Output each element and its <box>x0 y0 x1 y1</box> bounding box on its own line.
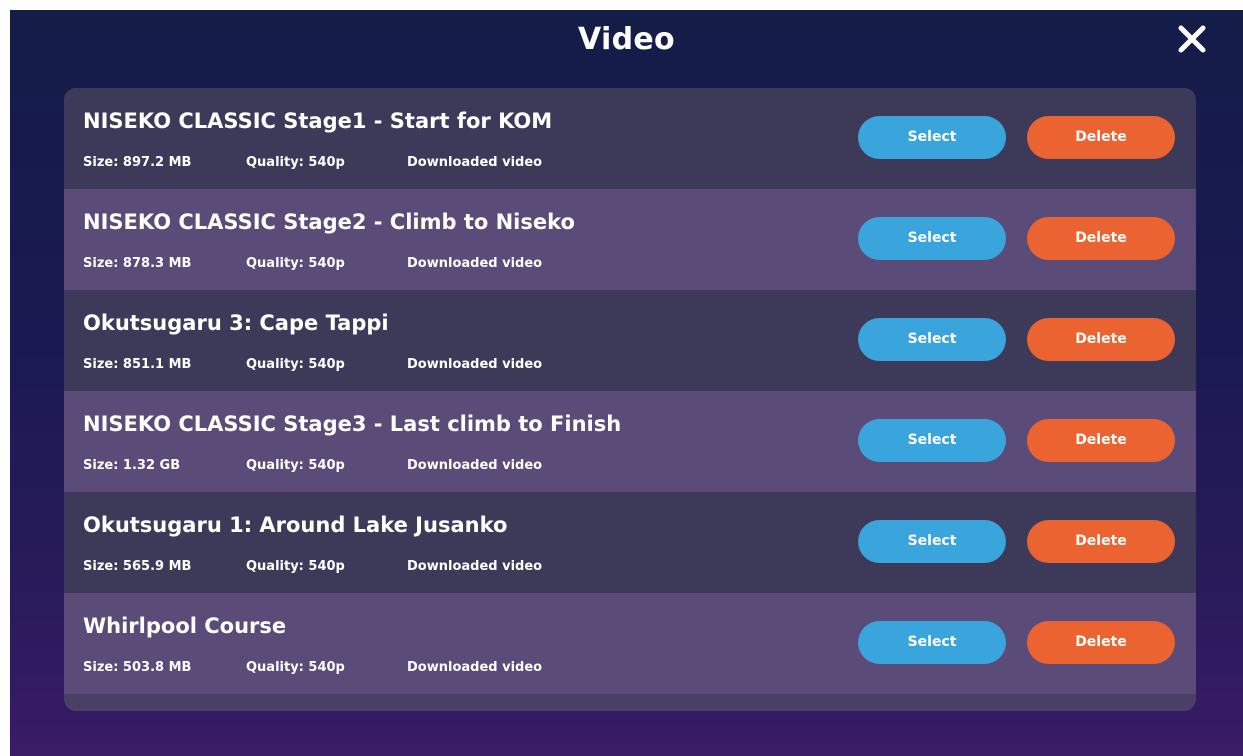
video-title: NISEKO CLASSIC Stage3 - Last climb to Fi… <box>83 412 622 436</box>
video-title: NISEKO CLASSIC Stage2 - Climb to Niseko <box>83 210 575 234</box>
video-row: NISEKO CLASSIC Stage1 - Start for KOM Si… <box>64 88 1196 189</box>
delete-button[interactable]: Delete <box>1027 419 1175 462</box>
page-title: Video <box>578 22 675 57</box>
video-status: Downloaded video <box>407 458 543 473</box>
video-size: Size: 851.1 MB <box>83 357 192 372</box>
video-row: Okutsugaru 3: Cape Tappi Size: 851.1 MB … <box>64 290 1196 391</box>
video-title: NISEKO CLASSIC Stage1 - Start for KOM <box>83 109 553 133</box>
delete-button[interactable]: Delete <box>1027 116 1175 159</box>
select-button[interactable]: Select <box>858 419 1006 462</box>
video-row: Okutsugaru 1: Around Lake Jusanko Size: … <box>64 492 1196 593</box>
video-quality: Quality: 540p <box>246 660 345 675</box>
video-status: Downloaded video <box>407 357 543 372</box>
video-size: Size: 897.2 MB <box>83 155 192 170</box>
video-status: Downloaded video <box>407 660 543 675</box>
video-status: Downloaded video <box>407 559 543 574</box>
close-icon <box>1178 25 1206 53</box>
select-button[interactable]: Select <box>858 621 1006 664</box>
select-button[interactable]: Select <box>858 217 1006 260</box>
close-button[interactable] <box>1175 22 1209 56</box>
delete-button[interactable]: Delete <box>1027 621 1175 664</box>
select-button[interactable]: Select <box>858 520 1006 563</box>
video-quality: Quality: 540p <box>246 155 345 170</box>
video-row: NISEKO CLASSIC Stage2 - Climb to Niseko … <box>64 189 1196 290</box>
video-quality: Quality: 540p <box>246 559 345 574</box>
select-button[interactable]: Select <box>858 318 1006 361</box>
video-title: Whirlpool Course <box>83 614 287 638</box>
video-title: Okutsugaru 3: Cape Tappi <box>83 311 389 335</box>
video-quality: Quality: 540p <box>246 458 345 473</box>
video-quality: Quality: 540p <box>246 256 345 271</box>
delete-button[interactable]: Delete <box>1027 217 1175 260</box>
video-size: Size: 565.9 MB <box>83 559 192 574</box>
video-screen: Video NISEKO CLASSIC Stage1 - Start for … <box>10 10 1243 756</box>
video-row: Whirlpool Course Size: 503.8 MB Quality:… <box>64 593 1196 694</box>
video-size: Size: 503.8 MB <box>83 660 192 675</box>
video-list: NISEKO CLASSIC Stage1 - Start for KOM Si… <box>64 88 1196 711</box>
video-size: Size: 1.32 GB <box>83 458 181 473</box>
select-button[interactable]: Select <box>858 116 1006 159</box>
video-status: Downloaded video <box>407 155 543 170</box>
delete-button[interactable]: Delete <box>1027 318 1175 361</box>
video-row: NISEKO CLASSIC Stage3 - Last climb to Fi… <box>64 391 1196 492</box>
video-title: Okutsugaru 1: Around Lake Jusanko <box>83 513 508 537</box>
delete-button[interactable]: Delete <box>1027 520 1175 563</box>
video-status: Downloaded video <box>407 256 543 271</box>
video-quality: Quality: 540p <box>246 357 345 372</box>
video-size: Size: 878.3 MB <box>83 256 192 271</box>
